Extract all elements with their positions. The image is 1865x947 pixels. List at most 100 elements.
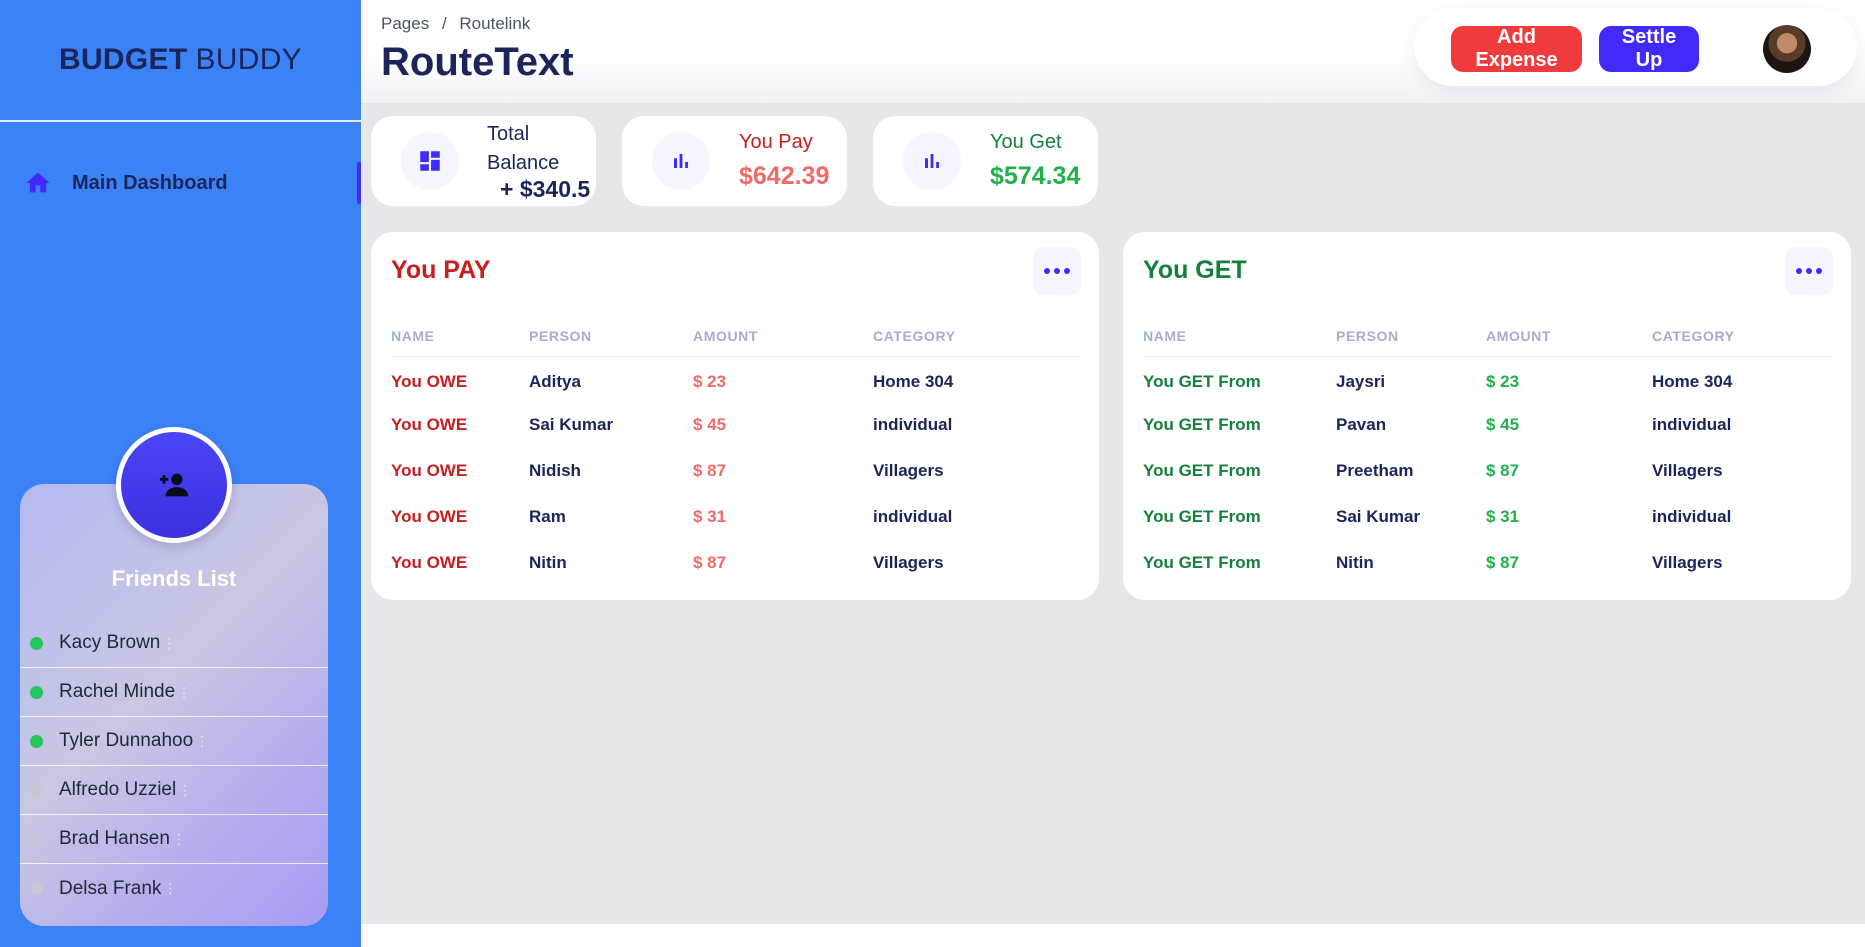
you-pay-label: You Pay (739, 131, 813, 153)
table-row[interactable]: You GET From Jaysri $ 23 Home 304 (1143, 356, 1831, 402)
column-header[interactable]: PERSON (529, 316, 693, 357)
cell-category: Home 304 (873, 372, 954, 392)
friend-name: Delsa Frank (59, 877, 162, 899)
cell-amount: $ 45 (1486, 415, 1520, 434)
breadcrumb-separator: / (441, 14, 447, 33)
cell-amount: $ 87 (1486, 461, 1520, 480)
breadcrumb-current[interactable]: Routelink (459, 14, 530, 33)
header-actions: Add Expense Settle Up (1414, 8, 1857, 86)
cell-person: Aditya (529, 372, 581, 392)
table-row[interactable]: You OWE Aditya $ 23 Home 304 (391, 356, 1079, 402)
cell-name: You OWE (391, 507, 468, 526)
more-vert-icon[interactable]: ⋮ (162, 635, 176, 652)
cell-amount: $ 87 (1486, 553, 1520, 572)
top-bar: Pages / Routelink RouteText Add Expense … (361, 0, 1865, 103)
brand-bold: BUDGET (59, 43, 188, 76)
cell-person: Preetham (1336, 461, 1414, 480)
bar-chart-icon (903, 132, 961, 190)
cell-amount: $ 31 (693, 507, 727, 526)
more-vert-icon[interactable]: ⋮ (195, 733, 209, 750)
cell-amount: $ 31 (1486, 507, 1520, 526)
more-horiz-icon (1054, 268, 1060, 274)
settle-up-button[interactable]: Settle Up (1599, 26, 1699, 72)
table-row[interactable]: You GET From Sai Kumar $ 31 individual (1143, 494, 1831, 540)
breadcrumb-root[interactable]: Pages (381, 14, 429, 33)
you-get-table: NAME PERSON AMOUNT CATEGORY You GET From… (1143, 316, 1831, 586)
more-horiz-icon (1044, 268, 1050, 274)
more-vert-icon[interactable]: ⋮ (172, 831, 186, 848)
you-pay-panel: You PAY NAME PERSON AMOUNT CATEGORY You … (371, 232, 1099, 600)
table-row[interactable]: You OWE Sai Kumar $ 45 individual (391, 402, 1079, 448)
friend-item[interactable]: Kacy Brown ⋮ (20, 619, 328, 668)
brand-light: BUDDY (195, 43, 302, 76)
more-horiz-icon (1064, 268, 1070, 274)
cell-category: individual (1652, 415, 1732, 434)
cell-person: Nitin (1336, 553, 1374, 572)
you-pay-table: NAME PERSON AMOUNT CATEGORY You OWE Adit… (391, 316, 1079, 586)
column-header[interactable]: AMOUNT (1486, 316, 1652, 357)
cell-person: Pavan (1336, 415, 1387, 434)
more-horiz-icon (1806, 268, 1812, 274)
table-header-row: NAME PERSON AMOUNT CATEGORY (391, 316, 1079, 357)
friend-name: Tyler Dunnahoo (59, 730, 194, 751)
cell-name: You OWE (391, 415, 468, 434)
cell-name: You OWE (391, 461, 468, 480)
cell-person: Nitin (529, 553, 567, 572)
friends-list: Kacy Brown ⋮ Rachel Minde ⋮ Tyler Dunnah… (20, 619, 328, 913)
cell-name: You GET From (1143, 461, 1261, 480)
bar-chart-icon (652, 132, 710, 190)
column-header[interactable]: AMOUNT (693, 316, 873, 357)
cell-name: You OWE (391, 372, 468, 392)
add-expense-button[interactable]: Add Expense (1451, 26, 1582, 72)
cell-name: You GET From (1143, 415, 1261, 434)
brand-logo[interactable]: BUDGET BUDDY (0, 0, 361, 122)
friend-item[interactable]: Tyler Dunnahoo ⋮ (20, 717, 328, 766)
cell-name: You GET From (1143, 372, 1261, 392)
status-online-icon (30, 636, 43, 650)
you-get-value: $574.34 (990, 162, 1081, 190)
add-friend-button[interactable] (116, 427, 232, 543)
status-online-icon (30, 685, 43, 699)
friend-item[interactable]: Alfredo Uzziel ⋮ (20, 766, 328, 815)
table-row[interactable]: You GET From Nitin $ 87 Villagers (1143, 540, 1831, 586)
table-row[interactable]: You OWE Nitin $ 87 Villagers (391, 540, 1079, 586)
cell-name: You OWE (391, 553, 468, 572)
friend-item[interactable]: Brad Hansen ⋮ (20, 815, 328, 864)
cell-name: You GET From (1143, 507, 1261, 526)
total-balance-card: Total Balance + $340.5 (371, 116, 596, 206)
home-icon (26, 172, 50, 193)
sidebar-item-main-dashboard[interactable]: Main Dashboard (0, 162, 361, 204)
sidebar-item-label: Main Dashboard (72, 171, 228, 194)
friend-item[interactable]: Rachel Minde ⋮ (20, 668, 328, 717)
column-header[interactable]: NAME (1143, 316, 1336, 357)
more-vert-icon[interactable]: ⋮ (163, 880, 177, 897)
you-get-label: You Get (990, 131, 1062, 153)
table-row[interactable]: You GET From Pavan $ 45 individual (1143, 402, 1831, 448)
status-offline-icon (30, 832, 43, 846)
column-header[interactable]: CATEGORY (873, 316, 1079, 357)
avatar[interactable] (1763, 25, 1811, 73)
column-header[interactable]: CATEGORY (1652, 316, 1831, 357)
you-pay-value: $642.39 (739, 162, 830, 190)
you-get-card: You Get $574.34 (873, 116, 1098, 206)
status-offline-icon (30, 882, 43, 895)
main-content: Pages / Routelink RouteText Add Expense … (361, 0, 1865, 924)
table-row[interactable]: You GET From Preetham $ 87 Villagers (1143, 448, 1831, 494)
dashboard-icon (401, 132, 459, 190)
table-row[interactable]: You OWE Ram $ 31 individual (391, 494, 1079, 540)
more-vert-icon[interactable]: ⋮ (177, 684, 191, 701)
you-pay-card: You Pay $642.39 (622, 116, 847, 206)
friend-item[interactable]: Delsa Frank ⋮ (20, 864, 328, 913)
friends-list-title: Friends List (111, 566, 237, 591)
table-row[interactable]: You OWE Nidish $ 87 Villagers (391, 448, 1079, 494)
more-vert-icon[interactable]: ⋮ (178, 782, 192, 799)
cell-amount: $ 87 (693, 553, 727, 572)
you-get-panel: You GET NAME PERSON AMOUNT CATEGORY You … (1123, 232, 1851, 600)
cell-category: Villagers (1652, 553, 1723, 572)
column-header[interactable]: NAME (391, 316, 529, 357)
column-header[interactable]: PERSON (1336, 316, 1486, 357)
more-horiz-icon (1816, 268, 1822, 274)
cell-person: Sai Kumar (529, 415, 614, 434)
more-options-button[interactable] (1033, 247, 1081, 295)
more-options-button[interactable] (1785, 247, 1833, 295)
